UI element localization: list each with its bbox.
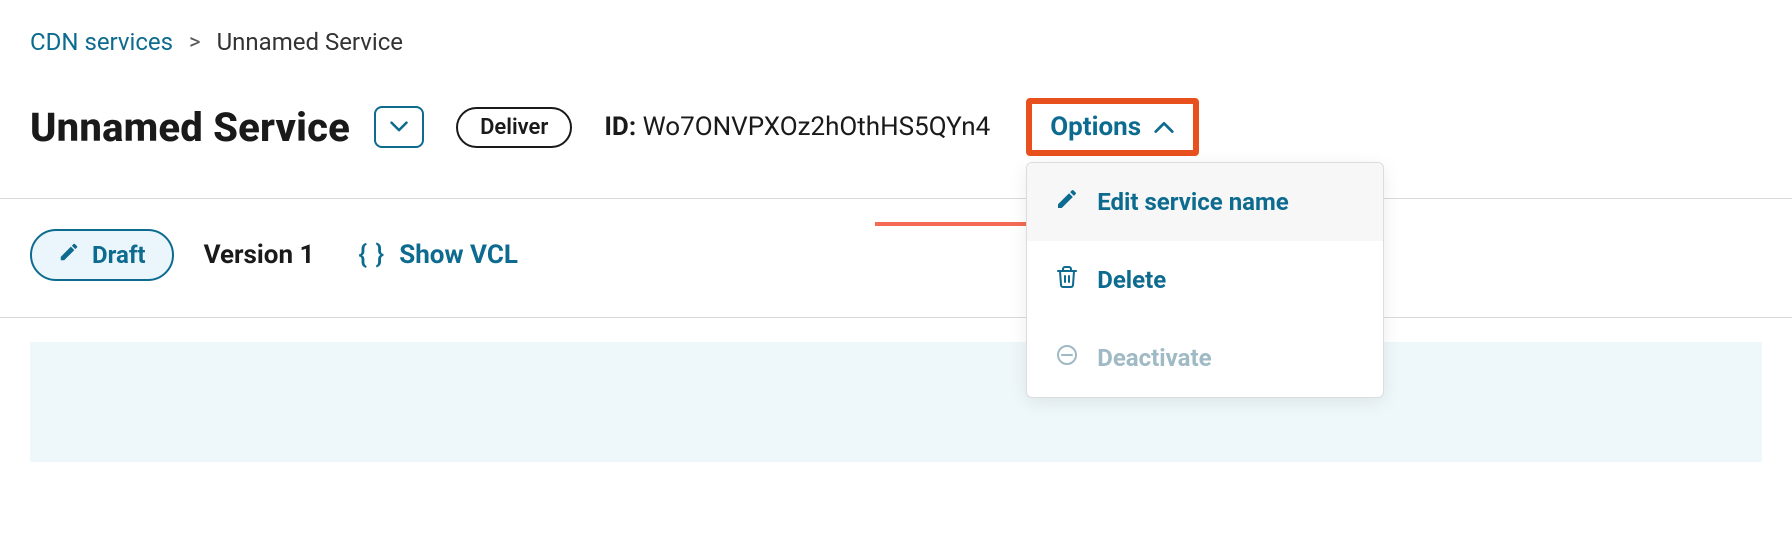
menu-item-label: Delete: [1097, 266, 1166, 294]
info-panel: [30, 342, 1762, 462]
breadcrumb-root-link[interactable]: CDN services: [30, 28, 173, 56]
braces-icon: { }: [358, 240, 385, 270]
trash-icon: [1055, 265, 1079, 295]
menu-item-label: Edit service name: [1097, 188, 1289, 216]
version-bar: Draft Version 1 { } Show VCL: [0, 199, 1792, 317]
menu-item-label: Deactivate: [1097, 344, 1211, 372]
service-id-label: ID:: [604, 112, 636, 142]
options-button[interactable]: Options: [1026, 98, 1199, 156]
service-switcher-button[interactable]: [374, 106, 424, 148]
menu-deactivate: Deactivate: [1027, 319, 1383, 397]
draft-label: Draft: [92, 241, 146, 269]
breadcrumb: CDN services > Unnamed Service: [0, 0, 1792, 68]
pencil-icon: [1055, 187, 1079, 217]
deliver-badge: Deliver: [456, 107, 572, 148]
options-dropdown: Edit service name Delete Deactivate: [1026, 162, 1384, 398]
minus-circle-icon: [1055, 343, 1079, 373]
show-vcl-label: Show VCL: [399, 240, 518, 270]
version-label: Version 1: [204, 240, 315, 270]
show-vcl-button[interactable]: { } Show VCL: [358, 240, 518, 270]
menu-delete[interactable]: Delete: [1027, 241, 1383, 319]
draft-button[interactable]: Draft: [30, 229, 174, 281]
breadcrumb-current: Unnamed Service: [217, 28, 403, 56]
service-id-value: Wo7ONVPXOz2hOthHS5QYn4: [643, 112, 991, 142]
breadcrumb-separator: >: [189, 30, 201, 55]
chevron-down-icon: [389, 118, 409, 137]
service-title: Unnamed Service: [30, 104, 350, 151]
service-header: Unnamed Service Deliver ID: Wo7ONVPXOz2h…: [0, 68, 1792, 198]
service-id: ID: Wo7ONVPXOz2hOthHS5QYn4: [604, 112, 990, 142]
options-label: Options: [1050, 112, 1141, 142]
menu-edit-service-name[interactable]: Edit service name: [1027, 163, 1383, 241]
pencil-icon: [58, 241, 80, 269]
chevron-up-icon: [1153, 112, 1175, 142]
